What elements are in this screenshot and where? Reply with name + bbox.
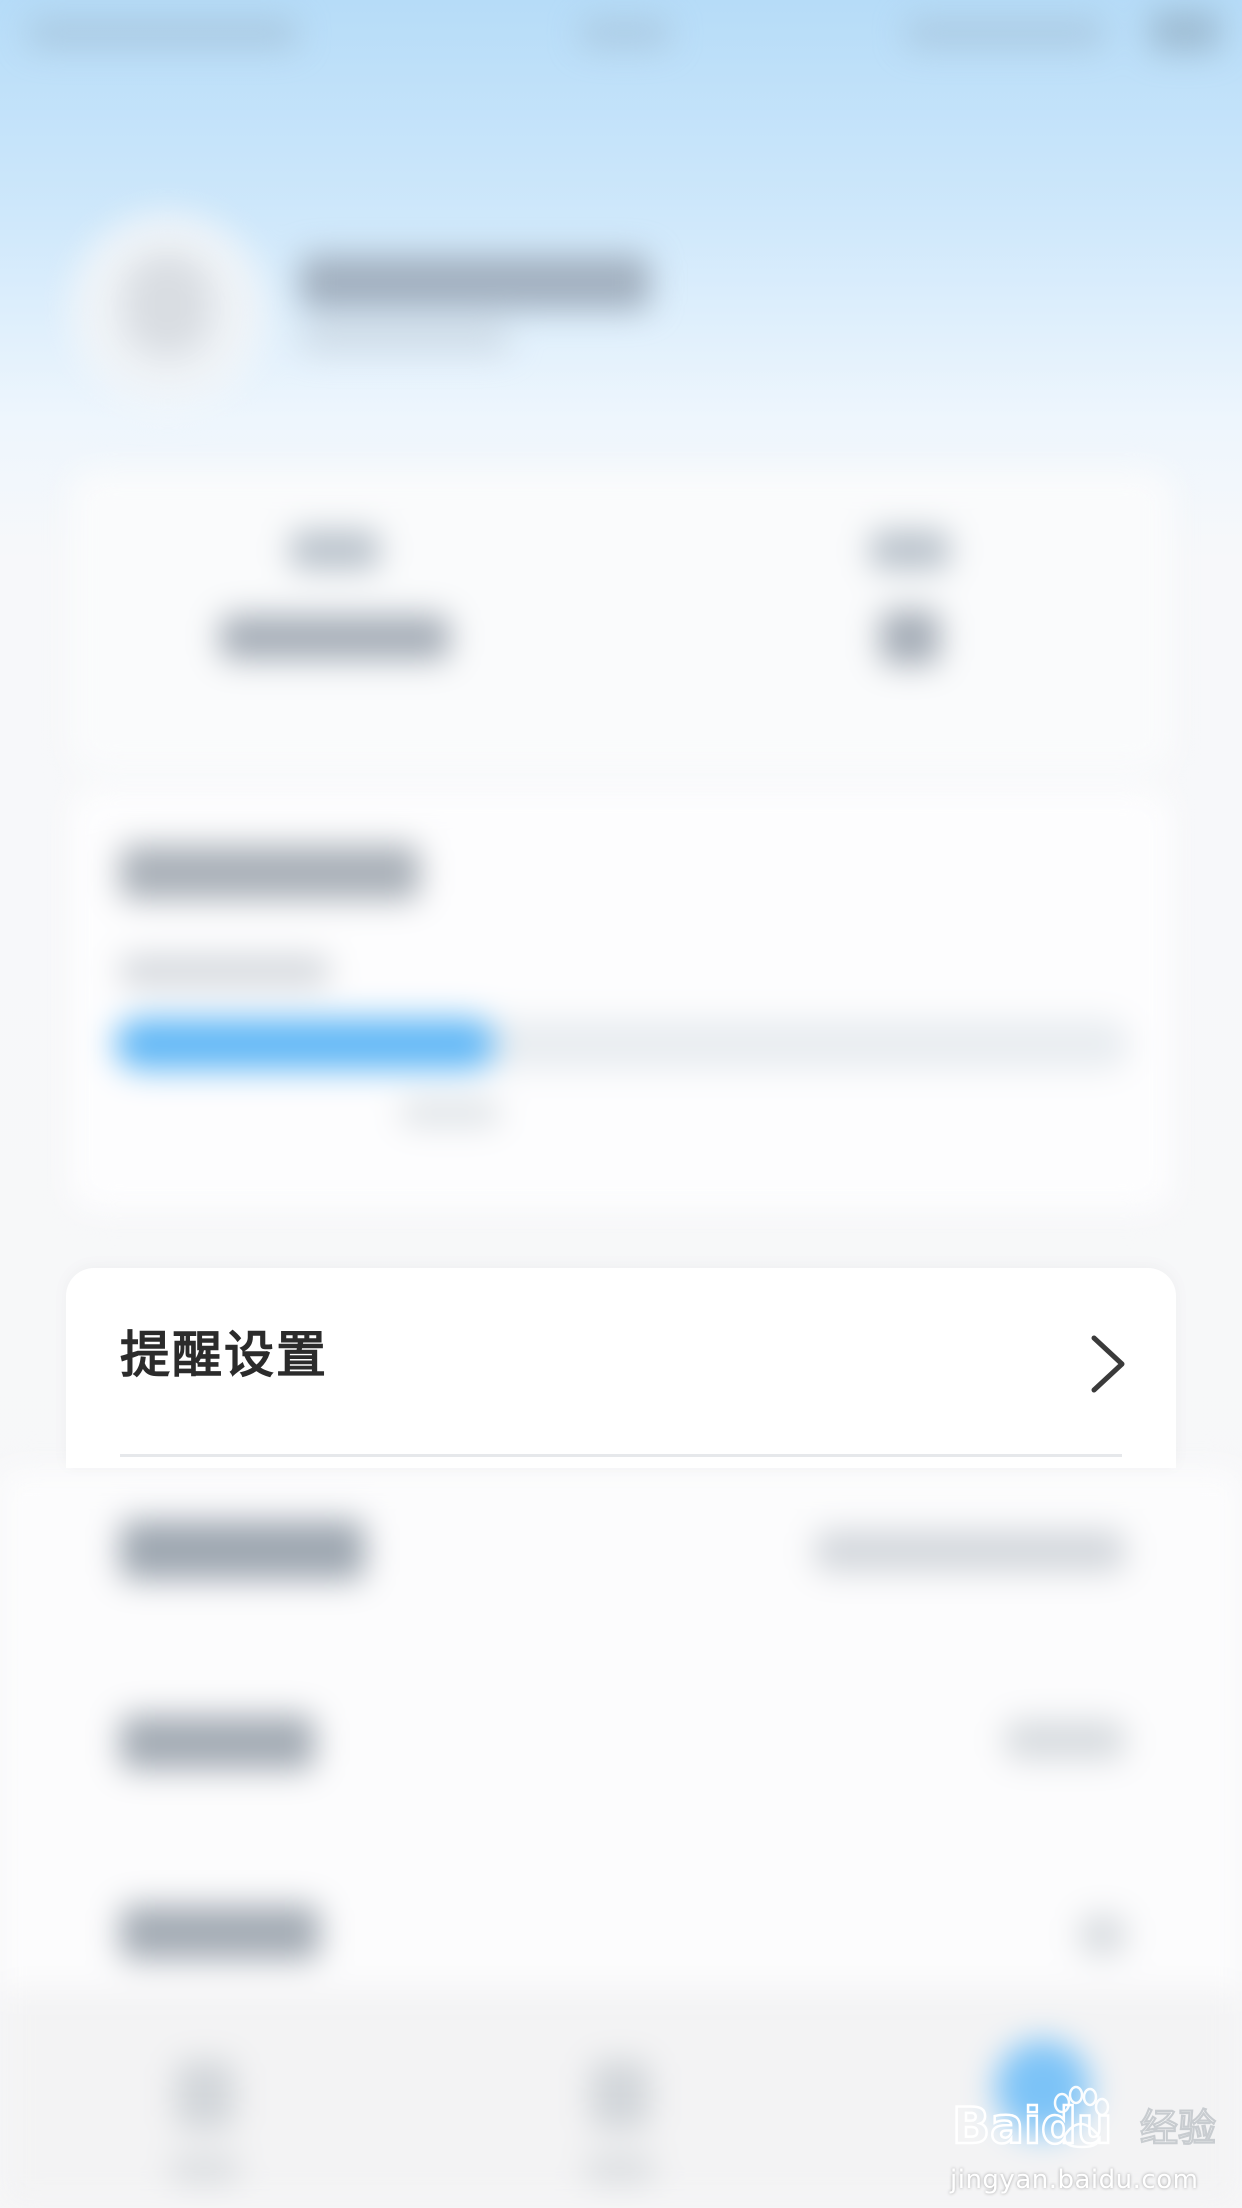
chevron-right-icon bbox=[1091, 1335, 1125, 1393]
watermark-url: jingyan.baidu.com bbox=[950, 2165, 1199, 2195]
list-item-label bbox=[120, 1520, 365, 1580]
reminder-settings-label: 提醒设置 bbox=[120, 1326, 328, 1384]
profile-subtitle bbox=[300, 325, 510, 351]
row-divider bbox=[120, 1454, 1122, 1457]
stat-2-label bbox=[870, 530, 950, 570]
profile-name bbox=[300, 255, 650, 310]
nav-tab-1-label bbox=[170, 2155, 240, 2183]
status-bar-right bbox=[905, 18, 1105, 48]
watermark-suffix: 经验 bbox=[1140, 2106, 1216, 2150]
baidu-jingyan-watermark: Baidu 经验 jingyan.baidu.com bbox=[950, 2085, 1230, 2195]
progress-fill bbox=[115, 1018, 495, 1070]
nav-tab-2-icon bbox=[590, 2060, 650, 2130]
list-item-label bbox=[120, 1905, 320, 1960]
nav-tab-2-label bbox=[585, 2155, 655, 2183]
reminder-settings-row[interactable]: 提醒设置 bbox=[66, 1268, 1176, 1468]
list-item-value bbox=[1080, 1915, 1125, 1955]
list-item-value bbox=[1005, 1720, 1125, 1760]
battery-icon bbox=[1150, 10, 1220, 52]
stat-2-value bbox=[880, 610, 940, 665]
stat-1-value bbox=[220, 615, 450, 660]
avatar-placeholder-icon bbox=[125, 255, 210, 355]
list-item-label bbox=[120, 1715, 315, 1770]
list-item-value bbox=[815, 1530, 1125, 1572]
status-bar-left bbox=[28, 18, 298, 48]
watermark-brand: Baidu bbox=[952, 2097, 1112, 2155]
progress-title bbox=[120, 845, 420, 900]
baidu-logo: Baidu 经验 bbox=[951, 2085, 1217, 2156]
stat-1-label bbox=[290, 530, 380, 570]
status-bar-time bbox=[580, 18, 670, 48]
nav-tab-1-icon bbox=[175, 2060, 235, 2130]
progress-subtitle bbox=[120, 955, 330, 987]
progress-note bbox=[400, 1100, 500, 1126]
blurred-background bbox=[0, 0, 1242, 2208]
